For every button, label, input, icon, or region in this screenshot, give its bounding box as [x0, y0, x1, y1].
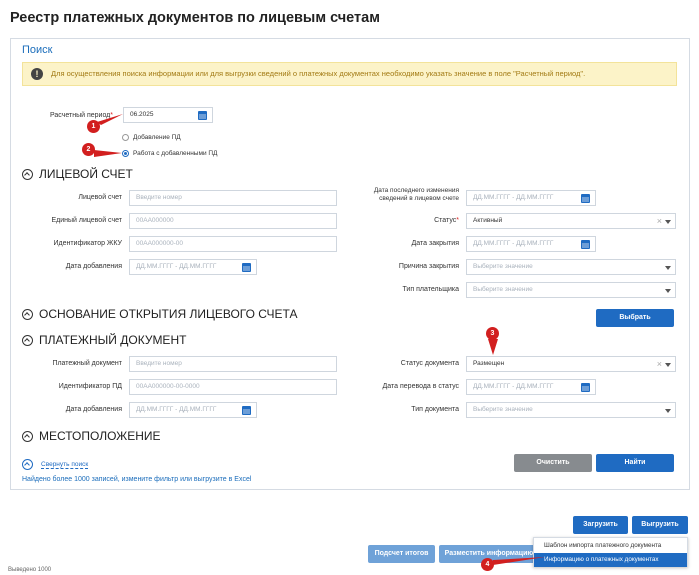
section-basis[interactable]: ОСНОВАНИЕ ОТКРЫТИЯ ЛИЦЕВОГО СЧЕТА — [22, 307, 298, 321]
close-date-input[interactable]: ДД.ММ.ГГГГ - ДД.ММ.ГГГГ — [466, 236, 596, 252]
chevron-up-icon — [22, 459, 33, 470]
page-title: Реестр платежных документов по лицевым с… — [10, 10, 380, 26]
collapse-search-text: Свернуть поиск — [41, 460, 89, 469]
calendar-icon[interactable] — [242, 263, 251, 272]
chevron-up-icon — [22, 430, 33, 442]
close-reason-select[interactable]: Выберите значение — [466, 259, 676, 275]
account-added-date-range: ДД.ММ.ГГГГ - ДД.ММ.ГГГГ — [136, 263, 217, 270]
payment-doc-input[interactable]: Введите номер — [129, 356, 337, 372]
doc-status-select[interactable]: Размещен × — [466, 356, 676, 372]
totals-button[interactable]: Подсчет итогов — [368, 545, 435, 563]
radio-work-pd-label: Работа с добавленными ПД — [133, 150, 218, 157]
dropdown-item-payment-info[interactable]: Информацию о платежных документах — [534, 553, 687, 567]
payment-added-label: Дата добавления — [65, 406, 122, 413]
unified-account-placeholder: 00АА000000 — [136, 217, 174, 224]
payment-doc-label: Платежный документ — [52, 360, 122, 367]
radio-add-pd-label: Добавление ПД — [133, 134, 181, 141]
chevron-down-icon[interactable] — [665, 266, 671, 270]
chevron-up-icon — [22, 308, 33, 320]
close-reason-label: Причина закрытия — [398, 263, 459, 270]
calendar-icon[interactable] — [581, 194, 590, 203]
doc-status-value: Размещен — [473, 360, 505, 367]
close-date-range: ДД.ММ.ГГГГ - ДД.ММ.ГГГГ — [473, 240, 554, 247]
transfer-date-range: ДД.ММ.ГГГГ - ДД.ММ.ГГГГ — [473, 383, 554, 390]
section-payment-title: ПЛАТЕЖНЫЙ ДОКУМЕНТ — [39, 333, 187, 347]
marker-2-pointer — [94, 150, 122, 157]
payment-doc-placeholder: Введите номер — [136, 360, 182, 367]
gku-id-label: Идентификатор ЖКУ — [53, 240, 122, 247]
section-payment[interactable]: ПЛАТЕЖНЫЙ ДОКУМЕНТ — [22, 333, 186, 347]
unified-account-label: Единый лицевой счет — [51, 217, 122, 224]
chevron-down-icon[interactable] — [665, 363, 671, 367]
payment-added-date-range: ДД.ММ.ГГГГ - ДД.ММ.ГГГГ — [136, 406, 217, 413]
calendar-icon[interactable] — [581, 240, 590, 249]
found-message: Найдено более 1000 записей, измените фил… — [22, 476, 252, 483]
dropdown-item-template[interactable]: Шаблон импорта платежного документа — [534, 539, 687, 553]
section-account-title: ЛИЦЕВОЙ СЧЕТ — [39, 167, 133, 181]
section-basis-title: ОСНОВАНИЕ ОТКРЫТИЯ ЛИЦЕВОГО СЧЕТА — [39, 307, 298, 321]
gku-id-placeholder: 00АА000000-00 — [136, 240, 183, 247]
close-reason-placeholder: Выберите значение — [473, 263, 533, 270]
radio-add-pd[interactable] — [122, 134, 129, 141]
info-icon: ! — [31, 68, 43, 80]
chevron-down-icon[interactable] — [665, 409, 671, 413]
transfer-date-input[interactable]: ДД.ММ.ГГГГ - ДД.ММ.ГГГГ — [466, 379, 596, 395]
pd-id-input[interactable]: 00АА000000-00-0000 — [129, 379, 337, 395]
period-input[interactable]: 06.2025 — [123, 107, 213, 123]
last-change-date-range: ДД.ММ.ГГГГ - ДД.ММ.ГГГГ — [473, 194, 554, 201]
account-status-select[interactable]: Активный × — [466, 213, 676, 229]
chevron-up-icon — [22, 334, 33, 346]
section-account[interactable]: ЛИЦЕВОЙ СЧЕТ — [22, 167, 133, 181]
clear-icon[interactable]: × — [657, 216, 662, 226]
alert-text: Для осуществления поиска информации или … — [51, 69, 586, 78]
payer-type-select[interactable]: Выберите значение — [466, 282, 676, 298]
period-value: 06.2025 — [130, 111, 154, 118]
search-title: Поиск — [22, 44, 53, 56]
marker-4-pointer — [493, 557, 545, 565]
last-change-date-input[interactable]: ДД.ММ.ГГГГ - ДД.ММ.ГГГГ — [466, 190, 596, 206]
account-status-value: Активный — [473, 217, 503, 224]
download-dropdown: Шаблон импорта платежного документа Инфо… — [533, 537, 688, 567]
section-location[interactable]: МЕСТОПОЛОЖЕНИЕ — [22, 429, 161, 443]
account-added-date-input[interactable]: ДД.ММ.ГГГГ - ДД.ММ.ГГГГ — [129, 259, 257, 275]
doc-type-placeholder: Выберите значение — [473, 406, 533, 413]
collapse-search[interactable]: Свернуть поиск — [22, 459, 89, 470]
clear-icon[interactable]: × — [657, 359, 662, 369]
calendar-icon[interactable] — [581, 383, 590, 392]
pd-id-placeholder: 00АА000000-00-0000 — [136, 383, 200, 390]
records-count: Выведено 1000 — [8, 567, 52, 573]
gku-id-input[interactable]: 00АА000000-00 — [129, 236, 337, 252]
last-change-label: Дата последнего изменения сведений в лице… — [373, 187, 459, 202]
account-label: Лицевой счет — [78, 194, 122, 201]
payment-added-date-input[interactable]: ДД.ММ.ГГГГ - ДД.ММ.ГГГГ — [129, 402, 257, 418]
calendar-icon[interactable] — [198, 111, 207, 120]
download-button[interactable]: Выгрузить — [632, 516, 688, 534]
doc-type-label: Тип документа — [411, 406, 459, 413]
doc-status-label: Статус документа — [400, 360, 459, 367]
close-date-label: Дата закрытия — [411, 240, 459, 247]
marker-3-pointer — [488, 339, 498, 355]
account-placeholder: Введите номер — [136, 194, 182, 201]
find-button[interactable]: Найти — [596, 454, 674, 472]
pd-id-label: Идентификатор ПД — [58, 383, 122, 390]
account-input[interactable]: Введите номер — [129, 190, 337, 206]
chevron-down-icon[interactable] — [665, 220, 671, 224]
transfer-date-label: Дата перевода в статус — [382, 383, 459, 390]
payer-type-label: Тип плательщика — [402, 286, 459, 293]
info-alert: ! Для осуществления поиска информации ил… — [22, 62, 677, 86]
account-added-label: Дата добавления — [65, 263, 122, 270]
select-button[interactable]: Выбрать — [596, 309, 674, 327]
marker-1-pointer — [97, 114, 123, 125]
clear-button[interactable]: Очистить — [514, 454, 592, 472]
calendar-icon[interactable] — [242, 406, 251, 415]
upload-button[interactable]: Загрузить — [573, 516, 628, 534]
chevron-down-icon[interactable] — [665, 289, 671, 293]
section-location-title: МЕСТОПОЛОЖЕНИЕ — [39, 429, 161, 443]
payer-type-placeholder: Выберите значение — [473, 286, 533, 293]
doc-type-select[interactable]: Выберите значение — [466, 402, 676, 418]
chevron-up-icon — [22, 168, 33, 180]
account-status-label: Статус* — [434, 217, 459, 224]
unified-account-input[interactable]: 00АА000000 — [129, 213, 337, 229]
